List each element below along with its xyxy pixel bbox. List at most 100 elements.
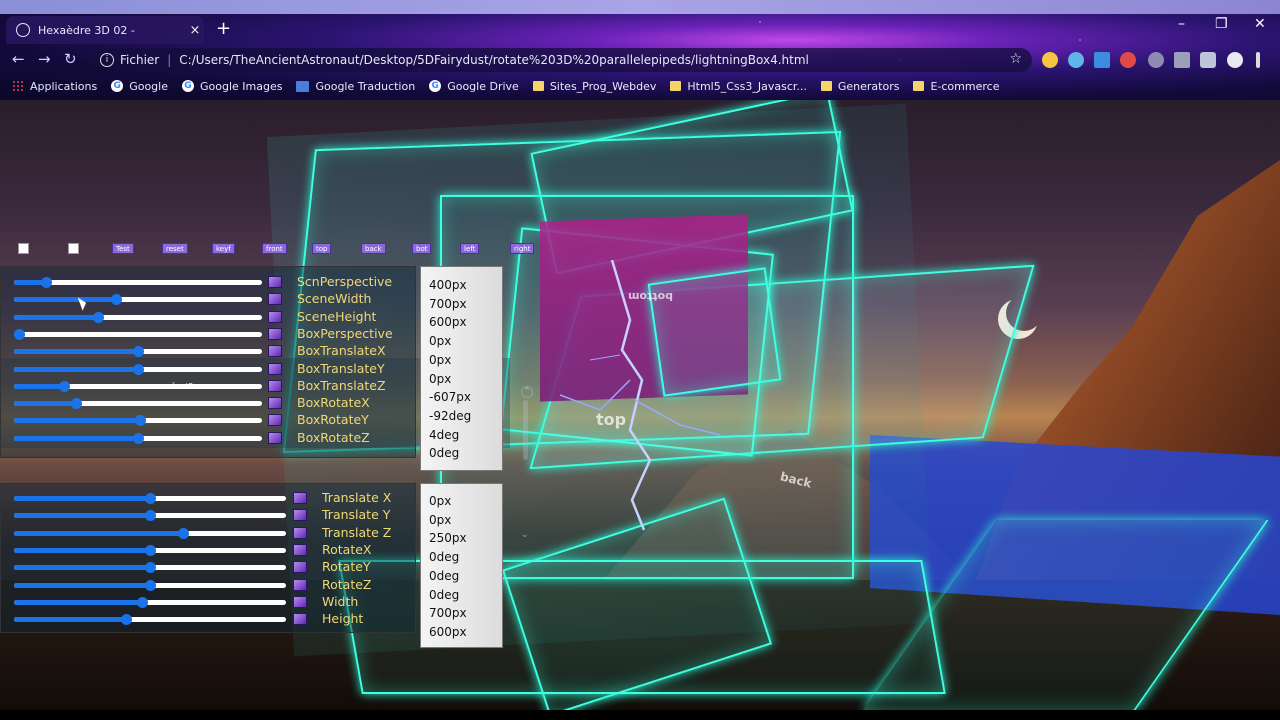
slider-thumb[interactable]: [71, 398, 82, 410]
extension-color-icon[interactable]: [1068, 52, 1084, 68]
slider-rotatez[interactable]: [14, 578, 286, 592]
slider-track[interactable]: [14, 346, 262, 358]
slider-thumb[interactable]: [135, 415, 147, 427]
color-swatch-button[interactable]: [268, 276, 282, 288]
slider-rotatey[interactable]: [14, 560, 286, 574]
slider-boxtranslatey[interactable]: [14, 362, 262, 376]
slider-thumb[interactable]: [145, 544, 156, 556]
view-button-right[interactable]: right: [510, 243, 535, 254]
color-swatch-button[interactable]: [268, 362, 282, 375]
extension-search-icon[interactable]: [1042, 52, 1058, 68]
bookmark-google-images[interactable]: G Google Images: [182, 80, 282, 93]
extension-red-icon[interactable]: [1120, 52, 1136, 68]
slider-boxrotatez[interactable]: [14, 431, 262, 445]
new-tab-button[interactable]: +: [216, 18, 231, 40]
slider-thumb[interactable]: [145, 493, 156, 504]
color-swatch-button[interactable]: [293, 613, 307, 626]
color-swatch-button[interactable]: [293, 595, 307, 608]
color-swatch-button[interactable]: [293, 561, 307, 574]
color-swatch-button[interactable]: [293, 526, 307, 539]
slider-boxtranslatez[interactable]: [14, 379, 262, 393]
menu-dots-icon[interactable]: [1256, 52, 1260, 68]
bookmark-html5-css3-javascr[interactable]: Html5_Css3_Javascr...: [670, 80, 807, 93]
slider-thumb[interactable]: [133, 363, 144, 375]
slider-track[interactable]: [14, 294, 262, 306]
slider-boxrotatex[interactable]: [14, 396, 262, 410]
slider-thumb[interactable]: [110, 294, 122, 306]
back-button[interactable]: ←: [12, 50, 25, 68]
slider-track[interactable]: [14, 562, 286, 574]
tab-close-button[interactable]: ×: [186, 23, 204, 38]
bookmark-google-traduction[interactable]: Google Traduction: [296, 80, 415, 93]
slider-translate-x[interactable]: [14, 491, 286, 505]
color-swatch-button[interactable]: [293, 492, 307, 504]
slider-boxrotatey[interactable]: [14, 413, 262, 427]
slider-track[interactable]: [14, 544, 286, 556]
slider-width[interactable]: [14, 595, 286, 609]
maximize-button[interactable]: ❐: [1215, 16, 1228, 32]
slider-thumb[interactable]: [13, 328, 25, 340]
slider-track[interactable]: [14, 493, 286, 504]
slider-track[interactable]: [14, 596, 286, 608]
bookmark-generators[interactable]: Generators: [820, 80, 899, 93]
view-button-front[interactable]: front: [262, 243, 287, 254]
view-button-top[interactable]: top: [312, 243, 332, 254]
color-swatch-button[interactable]: [268, 379, 282, 392]
forward-button[interactable]: →: [38, 50, 51, 68]
slider-track[interactable]: [14, 380, 262, 392]
info-icon[interactable]: i: [100, 53, 114, 67]
slider-track[interactable]: [14, 614, 286, 626]
slider-track[interactable]: [14, 398, 262, 410]
extension-gray-icon[interactable]: [1148, 52, 1164, 68]
slider-boxperspective[interactable]: [13, 327, 262, 341]
address-bar[interactable]: i Fichier | C:/Users/TheAncientAstronaut…: [92, 48, 1032, 72]
slider-rotatex[interactable]: [14, 543, 286, 557]
view-button-back[interactable]: back: [361, 243, 386, 254]
slider-height[interactable]: [14, 612, 286, 626]
slider-track[interactable]: [14, 277, 262, 288]
slider-track[interactable]: [14, 311, 262, 323]
view-button-keyf[interactable]: keyf: [212, 243, 235, 254]
slider-track[interactable]: [14, 415, 262, 427]
color-swatch-button[interactable]: [268, 327, 282, 340]
color-swatch-button[interactable]: [293, 509, 307, 522]
slider-translate-y[interactable]: [14, 508, 286, 522]
bookmark-star-icon[interactable]: ☆: [1009, 51, 1022, 67]
slider-sceneheight[interactable]: [14, 310, 262, 324]
profile-avatar[interactable]: [1227, 52, 1243, 68]
slider-thumb[interactable]: [136, 596, 148, 608]
scroll-up-arrow-icon[interactable]: ^: [521, 386, 533, 398]
slider-thumb[interactable]: [41, 277, 53, 288]
browser-tab[interactable]: Hexaèdre 3D 02 - ×: [6, 16, 204, 44]
slider-thumb[interactable]: [145, 562, 156, 574]
slider-track[interactable]: [14, 510, 286, 522]
color-swatch-button[interactable]: [268, 310, 282, 323]
slider-scnperspective[interactable]: [14, 275, 262, 289]
slider-translate-z[interactable]: [14, 526, 286, 540]
slider-track[interactable]: [14, 527, 286, 539]
download-icon[interactable]: [1094, 52, 1110, 68]
color-swatch-button[interactable]: [268, 431, 282, 444]
help-icon[interactable]: [1174, 52, 1190, 68]
color-swatch-button[interactable]: [293, 578, 307, 591]
slider-track[interactable]: [13, 328, 262, 340]
slider-thumb[interactable]: [58, 380, 70, 392]
close-window-button[interactable]: ✕: [1254, 16, 1266, 32]
scrollbar-track[interactable]: [523, 400, 528, 460]
view-button-reset[interactable]: reset: [162, 243, 188, 254]
slider-thumb[interactable]: [133, 346, 144, 358]
slider-scenewidth[interactable]: [14, 292, 262, 306]
slider-thumb[interactable]: [133, 432, 144, 444]
minimize-button[interactable]: –: [1178, 16, 1185, 32]
color-swatch-button[interactable]: [268, 397, 282, 410]
puzzle-icon[interactable]: [1200, 52, 1216, 68]
color-swatch-button[interactable]: [268, 345, 282, 358]
slider-track[interactable]: [14, 432, 262, 444]
view-button-left[interactable]: left: [460, 243, 480, 254]
color-swatch-button[interactable]: [268, 293, 282, 306]
toggle-checkbox-2[interactable]: [68, 243, 79, 254]
slider-boxtranslatex[interactable]: [14, 344, 262, 358]
bookmark-sites-prog-webdev[interactable]: Sites_Prog_Webdev: [532, 80, 656, 93]
reload-button[interactable]: ↻: [64, 50, 77, 68]
bookmark-google[interactable]: G Google: [111, 80, 168, 93]
